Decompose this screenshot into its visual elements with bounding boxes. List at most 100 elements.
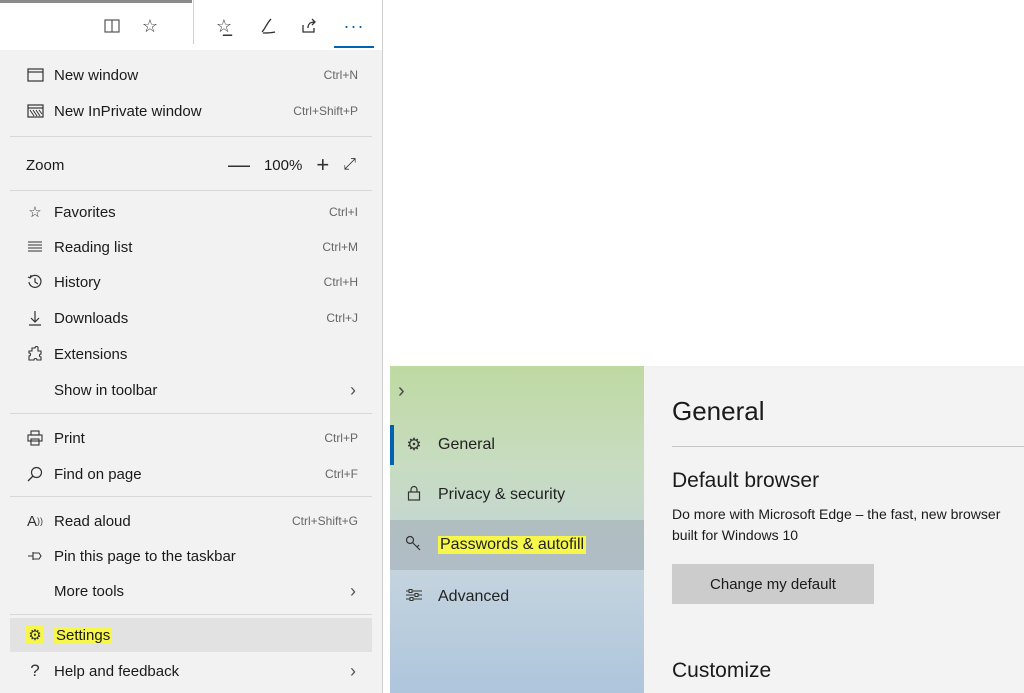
- window-icon: [24, 64, 46, 86]
- menu-item-print[interactable]: Print Ctrl+P: [10, 421, 372, 455]
- menu-item-pin-to-taskbar[interactable]: Pin this page to the taskbar: [10, 539, 372, 573]
- blank-icon-slot: [24, 580, 46, 602]
- menu-shortcut: Ctrl+P: [324, 431, 358, 445]
- menu-item-more-tools[interactable]: More tools ›: [10, 574, 372, 608]
- menu-item-label: Extensions: [54, 345, 128, 363]
- fullscreen-icon[interactable]: ⤢: [343, 156, 356, 174]
- menu-item-label: New window: [54, 66, 139, 84]
- menu-item-favorites[interactable]: ☆ Favorites Ctrl+I: [10, 195, 372, 229]
- zoom-in-button[interactable]: +: [316, 154, 329, 176]
- inprivate-window-icon: [24, 100, 46, 122]
- section-title-default-browser: Default browser: [672, 469, 820, 492]
- menu-shortcut: Ctrl+Shift+G: [291, 514, 358, 528]
- zoom-label: Zoom: [26, 156, 65, 174]
- settings-highlighted-label: Settings: [54, 626, 113, 644]
- menu-item-label: Find on page: [54, 465, 142, 483]
- menu-item-label: Read aloud: [54, 512, 131, 530]
- address-bar-edge: [0, 0, 192, 3]
- pin-icon: [24, 545, 46, 567]
- menu-item-label: Favorites: [54, 203, 116, 221]
- menu-item-find-on-page[interactable]: Find on page Ctrl+F: [10, 457, 372, 491]
- zoom-level: 100%: [263, 156, 303, 174]
- menu-item-extensions[interactable]: Extensions: [10, 337, 372, 371]
- menu-item-label: Help and feedback: [54, 662, 180, 680]
- settings-nav: › ⚙ General Privacy & security Passwords…: [390, 366, 644, 693]
- download-icon: [24, 307, 46, 329]
- menu-item-label: Downloads: [54, 309, 129, 327]
- search-icon: [24, 463, 46, 485]
- address-bar-divider: [193, 0, 194, 44]
- more-icon[interactable]: ···: [334, 14, 374, 48]
- lock-icon: [402, 485, 426, 506]
- nav-item-label: General: [438, 436, 495, 453]
- zoom-controls: — 100% + ⤢: [228, 154, 356, 176]
- nav-item-passwords-autofill[interactable]: Passwords & autofill: [390, 520, 644, 570]
- favorites-list-icon: ☆: [28, 204, 42, 221]
- printer-icon: [24, 427, 46, 449]
- history-icon: [24, 271, 46, 293]
- menu-shortcut: Ctrl+N: [323, 68, 358, 82]
- menu-separator: [10, 413, 372, 414]
- section-description: Do more with Microsoft Edge – the fast, …: [672, 506, 1001, 543]
- menu-item-zoom: Zoom — 100% + ⤢: [10, 148, 372, 182]
- menu-item-new-inprivate-window[interactable]: New InPrivate window Ctrl+Shift+P: [10, 94, 372, 128]
- sliders-icon: [402, 587, 426, 607]
- menu-item-label: Print: [54, 429, 85, 447]
- zoom-out-button[interactable]: —: [228, 154, 250, 176]
- menu-shortcut: Ctrl+H: [323, 275, 358, 289]
- menu-shortcut: Ctrl+M: [322, 240, 358, 254]
- menu-item-label: More tools: [54, 582, 125, 600]
- menu-item-settings[interactable]: ⚙ Settings: [10, 618, 372, 652]
- menu-item-help-and-feedback[interactable]: ? Help and feedback ›: [10, 654, 372, 688]
- nav-item-advanced[interactable]: Advanced: [390, 572, 644, 622]
- nav-item-privacy-security[interactable]: Privacy & security: [390, 470, 644, 520]
- menu-shortcut: Ctrl+F: [325, 467, 358, 481]
- menu-separator: [10, 190, 372, 191]
- section-title-customize: Customize: [672, 659, 772, 682]
- menu-shortcut: Ctrl+I: [328, 205, 358, 219]
- menu-item-reading-list[interactable]: Reading list Ctrl+M: [10, 230, 372, 264]
- more-label: ···: [343, 15, 365, 36]
- question-icon: ?: [30, 661, 40, 680]
- menu-item-label: History: [54, 273, 101, 291]
- menu-item-read-aloud[interactable]: A)) Read aloud Ctrl+Shift+G: [10, 504, 372, 538]
- menu-item-label: New InPrivate window: [54, 102, 202, 120]
- menu-item-show-in-toolbar[interactable]: Show in toolbar ›: [10, 373, 372, 407]
- title-divider: [672, 446, 1024, 447]
- menu-item-history[interactable]: History Ctrl+H: [10, 265, 372, 299]
- blank-icon-slot: [24, 379, 46, 401]
- browser-toolbar: ☆ ☆̲ ···: [0, 0, 382, 50]
- favorites-list-icon[interactable]: ☆̲: [212, 14, 236, 38]
- settings-panel: › ⚙ General Privacy & security Passwords…: [390, 366, 1024, 693]
- settings-and-more-menu: New window Ctrl+N New InPrivate window C…: [10, 56, 375, 693]
- menu-item-new-window[interactable]: New window Ctrl+N: [10, 58, 372, 92]
- share-icon[interactable]: [297, 14, 321, 38]
- reading-list-icon: [24, 236, 46, 258]
- nav-item-general[interactable]: ⚙ General: [390, 420, 644, 470]
- menu-item-label: Pin this page to the taskbar: [54, 547, 236, 565]
- chevron-right-icon: ›: [350, 580, 356, 601]
- menu-shortcut: Ctrl+Shift+P: [293, 104, 358, 118]
- gear-icon: ⚙: [26, 626, 44, 644]
- page-title: General: [672, 396, 765, 426]
- browser-menu-panel: ☆ ☆̲ ··· New window Ctrl+N New InPrivate…: [0, 0, 383, 693]
- favorite-star-icon[interactable]: ☆: [138, 14, 162, 38]
- reading-view-icon[interactable]: [100, 14, 124, 38]
- pen-icon[interactable]: [256, 14, 280, 38]
- settings-content: General Default browser Do more with Mic…: [644, 366, 1024, 693]
- menu-item-label: Settings: [54, 626, 372, 644]
- chevron-right-icon[interactable]: ›: [398, 380, 405, 403]
- menu-item-label: Show in toolbar: [54, 381, 158, 399]
- extensions-icon: [24, 343, 46, 365]
- read-aloud-icon: A)): [26, 512, 43, 530]
- change-default-button[interactable]: Change my default: [672, 564, 874, 604]
- chevron-right-icon: ›: [350, 660, 356, 681]
- nav-item-label: Passwords & autofill: [438, 536, 587, 554]
- nav-item-label: Privacy & security: [438, 486, 566, 503]
- menu-separator: [10, 614, 372, 615]
- menu-separator: [10, 136, 372, 137]
- menu-separator: [10, 496, 372, 497]
- menu-item-label: Reading list: [54, 238, 133, 256]
- gear-icon: ⚙: [406, 435, 422, 454]
- menu-item-downloads[interactable]: Downloads Ctrl+J: [10, 301, 372, 335]
